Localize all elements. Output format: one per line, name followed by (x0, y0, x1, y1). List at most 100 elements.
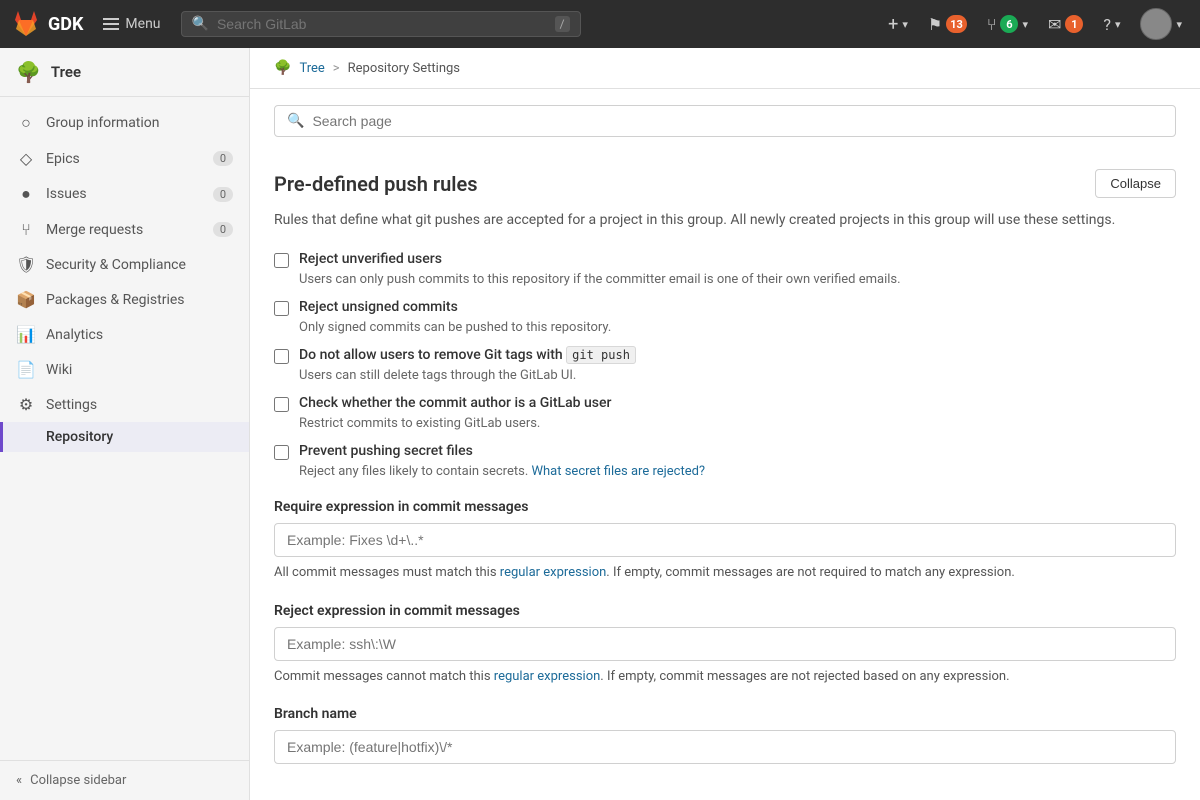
settings-content: Pre-defined push rules Collapse Rules th… (250, 145, 1200, 788)
page-search-input[interactable] (312, 113, 1163, 129)
page-search-box[interactable]: 🔍 (274, 105, 1176, 137)
commit-expression-hint: All commit messages must match this regu… (274, 563, 1176, 583)
activity-button[interactable]: ⚑ 13 (922, 11, 973, 38)
branch-name-section: Branch name (274, 706, 1176, 764)
sidebar-item-wiki[interactable]: 📄 Wiki (0, 352, 249, 387)
sidebar-item-label: Epics (46, 151, 203, 167)
merge-requests-badge: 0 (213, 222, 233, 237)
sidebar-item-label: Settings (46, 397, 233, 413)
commit-author-sub: Restrict commits to existing GitLab user… (299, 416, 1176, 431)
commit-expression-section: Require expression in commit messages Al… (274, 499, 1176, 583)
sidebar-item-analytics[interactable]: 📊 Analytics (0, 317, 249, 352)
reject-expression-link[interactable]: regular expression (494, 669, 601, 684)
branch-name-label: Branch name (274, 706, 1176, 722)
reject-unverified-label[interactable]: Reject unverified users (299, 251, 442, 267)
sidebar-item-issues[interactable]: ● Issues 0 (0, 176, 249, 212)
settings-icon: ⚙ (16, 395, 36, 414)
collapse-button[interactable]: Collapse (1095, 169, 1176, 198)
chevron-help-icon: ▾ (1115, 18, 1121, 31)
reject-unsigned-sub: Only signed commits can be pushed to thi… (299, 320, 1176, 335)
sidebar-item-settings[interactable]: ⚙ Settings (0, 387, 249, 422)
group-icon: 🌳 (16, 60, 41, 84)
hamburger-icon (103, 18, 119, 30)
sidebar-item-security-compliance[interactable]: 🛡 Security & Compliance (0, 247, 249, 282)
packages-icon: 📦 (16, 290, 36, 309)
reject-unsigned-checkbox[interactable] (274, 301, 289, 316)
page-search-icon: 🔍 (287, 113, 304, 129)
sidebar-item-repository[interactable]: Repository (0, 422, 249, 452)
search-input[interactable] (217, 16, 547, 32)
security-icon: 🛡 (16, 255, 36, 274)
secret-files-link[interactable]: What secret files are rejected? (531, 464, 705, 479)
sidebar-item-label: Group information (46, 115, 233, 131)
main-layout: 🌳 Tree ○ Group information ◇ Epics 0 ● I… (0, 48, 1200, 800)
sidebar-nav: ○ Group information ◇ Epics 0 ● Issues 0… (0, 97, 249, 760)
user-menu-button[interactable]: ▾ (1134, 4, 1188, 44)
global-search[interactable]: 🔍 / (181, 11, 581, 37)
app-name: GDK (48, 14, 83, 35)
reject-unsigned-label[interactable]: Reject unsigned commits (299, 299, 458, 315)
sidebar-item-epics[interactable]: ◇ Epics 0 (0, 141, 249, 176)
sidebar-item-group-information[interactable]: ○ Group information (0, 105, 249, 141)
merge-requests-nav-icon: ⑂ (987, 15, 997, 34)
breadcrumb-group-icon: 🌳 (274, 60, 291, 76)
wiki-icon: 📄 (16, 360, 36, 379)
inbox-badge: 1 (1065, 15, 1083, 33)
inbox-button[interactable]: ✉ 1 (1042, 11, 1089, 38)
reject-expression-section: Reject expression in commit messages Com… (274, 603, 1176, 687)
sidebar-group-header[interactable]: 🌳 Tree (0, 48, 249, 97)
collapse-sidebar-button[interactable]: « Collapse sidebar (0, 760, 249, 800)
main-content: 🌳 Tree > Repository Settings 🔍 Pre-defin… (250, 48, 1200, 800)
help-icon: ? (1103, 15, 1111, 34)
commit-expression-input[interactable] (274, 523, 1176, 557)
reject-unverified-checkbox[interactable] (274, 253, 289, 268)
chevron-mr-icon: ▾ (1022, 18, 1028, 31)
sidebar-item-merge-requests[interactable]: ⑂ Merge requests 0 (0, 212, 249, 247)
reject-expression-input[interactable] (274, 627, 1176, 661)
prevent-secrets-sub: Reject any files likely to contain secre… (299, 464, 1176, 479)
commit-author-label[interactable]: Check whether the commit author is a Git… (299, 395, 611, 411)
avatar (1140, 8, 1172, 40)
issues-badge: 0 (213, 187, 233, 202)
commit-expression-link[interactable]: regular expression (500, 565, 607, 580)
epics-icon: ◇ (16, 149, 36, 168)
menu-label: Menu (125, 16, 160, 32)
collapse-label: Collapse sidebar (30, 773, 126, 788)
merge-requests-button[interactable]: ⑂ 6 ▾ (981, 11, 1034, 38)
prevent-secrets-checkbox[interactable] (274, 445, 289, 460)
reject-expression-label: Reject expression in commit messages (274, 603, 1176, 619)
menu-button[interactable]: Menu (95, 12, 168, 36)
epics-badge: 0 (213, 151, 233, 166)
page-search-section: 🔍 (250, 89, 1200, 145)
chevron-user-icon: ▾ (1176, 18, 1182, 31)
search-icon: 🔍 (192, 16, 209, 32)
group-name: Tree (51, 63, 81, 81)
breadcrumb-group-link[interactable]: Tree (299, 61, 324, 76)
help-button[interactable]: ? ▾ (1097, 11, 1126, 38)
search-shortcut: / (555, 16, 570, 32)
branch-name-input[interactable] (274, 730, 1176, 764)
sidebar-item-packages-registries[interactable]: 📦 Packages & Registries (0, 282, 249, 317)
git-push-code: git push (566, 346, 636, 364)
create-button[interactable]: + ▾ (882, 10, 914, 39)
sidebar-item-label: Packages & Registries (46, 292, 233, 308)
reject-unverified-sub: Users can only push commits to this repo… (299, 272, 1176, 287)
commit-author-checkbox[interactable] (274, 397, 289, 412)
merge-badge: 6 (1000, 15, 1018, 33)
activity-badge: 13 (946, 15, 967, 33)
no-git-tags-checkbox[interactable] (274, 349, 289, 364)
activity-icon: ⚑ (928, 15, 942, 34)
breadcrumb-current: Repository Settings (348, 61, 460, 76)
checkbox-reject-unsigned: Reject unsigned commits Only signed comm… (274, 299, 1176, 335)
issues-icon: ● (16, 184, 36, 204)
inbox-icon: ✉ (1048, 15, 1061, 34)
breadcrumb-separator: > (333, 61, 340, 76)
no-git-tags-sub: Users can still delete tags through the … (299, 368, 1176, 383)
prevent-secrets-label[interactable]: Prevent pushing secret files (299, 443, 473, 459)
sidebar-item-label: Issues (46, 186, 203, 202)
group-info-icon: ○ (16, 113, 36, 133)
no-git-tags-label[interactable]: Do not allow users to remove Git tags wi… (299, 347, 636, 363)
sidebar-item-label: Security & Compliance (46, 257, 233, 273)
section-description: Rules that define what git pushes are ac… (274, 210, 1176, 231)
logo[interactable]: GDK (12, 10, 83, 38)
